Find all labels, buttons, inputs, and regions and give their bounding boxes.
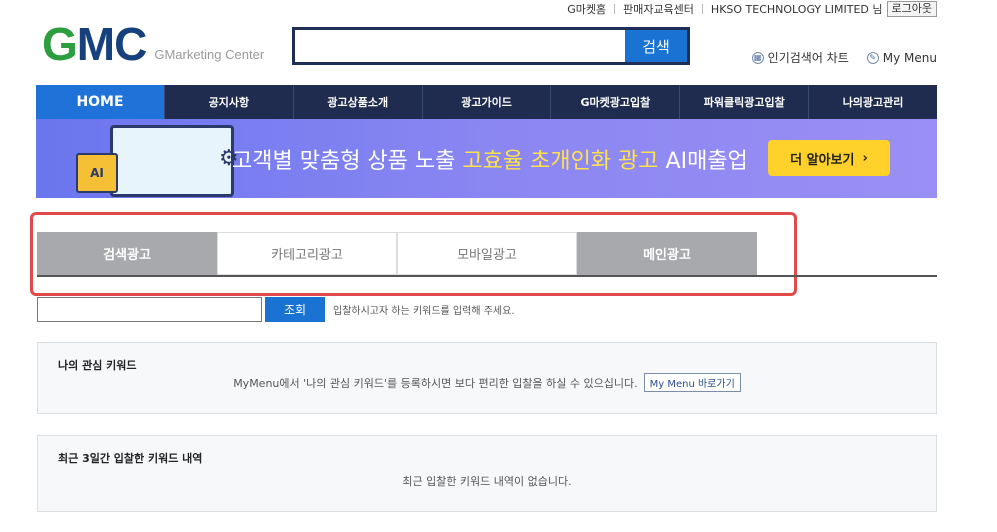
my-menu-link[interactable]: ✎ My Menu: [866, 49, 937, 66]
nav-my-ads[interactable]: 나의광고관리: [808, 85, 937, 119]
nav-powerclick-bidding[interactable]: 파워클릭광고입찰: [679, 85, 808, 119]
chevron-right-icon: ›: [862, 150, 868, 166]
pencil-icon: ✎: [866, 51, 879, 64]
logo[interactable]: GMC GMarketing Center: [42, 18, 265, 70]
search-button[interactable]: 검색: [625, 30, 687, 62]
popular-chart-link[interactable]: ▦ 인기검색어 차트: [751, 49, 849, 66]
monitor-illustration: ⚙: [110, 125, 239, 197]
panel-message: MyMenu에서 '나의 관심 키워드'를 등록하시면 보다 편리한 입찰을 하…: [233, 376, 638, 390]
my-menu-shortcut-button[interactable]: My Menu 바로가기: [643, 373, 741, 392]
quick-links: ▦ 인기검색어 차트 ✎ My Menu: [751, 49, 937, 66]
keyword-hint: 입찰하시고자 하는 키워드를 입력해 주세요.: [333, 306, 515, 317]
divider: [614, 3, 616, 14]
nav-home[interactable]: HOME: [36, 85, 164, 119]
tab-mobile-ads[interactable]: 모바일광고: [397, 232, 577, 275]
promo-banner[interactable]: ⚙ AI 고객별 맞춤형 상품 노출 고효율 초개인화 광고 AI매출업 더 알…: [36, 119, 937, 198]
tab-search-ads[interactable]: 검색광고: [37, 232, 217, 275]
logo-wordmark: GMC: [42, 18, 147, 70]
logo-subtitle: GMarketing Center: [154, 47, 265, 62]
panel-title: 나의 관심 키워드: [58, 359, 137, 372]
panel-message: 최근 입찰한 키워드 내역이 없습니다.: [402, 475, 572, 488]
tab-underline: [37, 275, 937, 277]
ad-type-tabs: 검색광고 카테고리광고 모바일광고 메인광고: [37, 232, 757, 275]
gmarket-home-link[interactable]: G마켓홈: [567, 1, 606, 17]
divider: [701, 3, 703, 14]
interest-keywords-panel: 나의 관심 키워드 MyMenu에서 '나의 관심 키워드'를 등록하시면 보다…: [37, 342, 937, 414]
banner-headline: 고객별 맞춤형 상품 노출 고효율 초개인화 광고 AI매출업: [232, 149, 748, 174]
panel-title: 최근 3일간 입찰한 키워드 내역: [58, 452, 203, 465]
logout-button[interactable]: 로그아웃: [886, 0, 937, 17]
main-nav: HOME 공지사항 광고상품소개 광고가이드 G마켓광고입찰 파워클릭광고입찰 …: [36, 85, 937, 119]
recent-bids-panel: 최근 3일간 입찰한 키워드 내역 최근 입찰한 키워드 내역이 없습니다.: [37, 435, 937, 512]
nav-ad-products[interactable]: 광고상품소개: [292, 85, 422, 119]
keyword-input[interactable]: [37, 297, 262, 322]
search-input[interactable]: [295, 30, 625, 62]
tab-main-ads[interactable]: 메인광고: [577, 232, 757, 275]
keyword-search: 조회 입찰하시고자 하는 키워드를 입력해 주세요.: [37, 297, 515, 322]
user-name: HKSO TECHNOLOGY LIMITED 님: [710, 2, 883, 16]
chart-icon: ▦: [751, 51, 764, 64]
nav-gmarket-bidding[interactable]: G마켓광고입찰: [550, 85, 679, 119]
ai-chip-icon: AI: [76, 153, 118, 193]
tab-category-ads[interactable]: 카테고리광고: [217, 232, 397, 275]
utility-bar: G마켓홈 판매자교육센터 HKSO TECHNOLOGY LIMITED 님 로…: [567, 0, 937, 17]
nav-notice[interactable]: 공지사항: [164, 85, 293, 119]
seller-edu-link[interactable]: 판매자교육센터: [623, 1, 694, 17]
nav-ad-guide[interactable]: 광고가이드: [421, 85, 551, 119]
learn-more-button[interactable]: 더 알아보기 ›: [768, 140, 890, 176]
lookup-button[interactable]: 조회: [265, 297, 325, 322]
search-bar: 검색: [292, 27, 690, 65]
